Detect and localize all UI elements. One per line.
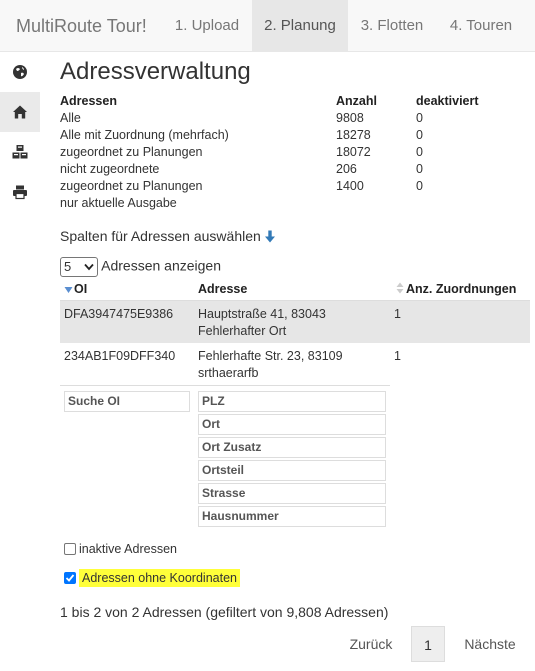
tab-touren[interactable]: 4. Touren — [436, 0, 526, 52]
pagination-page-1[interactable]: 1 — [411, 626, 445, 662]
print-icon — [13, 185, 27, 200]
summary-label: zugeordnet zu Planungen — [60, 145, 203, 159]
summary-deactivated: 0 — [416, 162, 423, 176]
no-coordinates-checkbox[interactable] — [64, 572, 76, 584]
filter-plz-input[interactable]: PLZ — [198, 391, 386, 412]
address-line: Fehlerhafter Ort — [198, 324, 287, 338]
filter-hausnummer-input[interactable]: Hausnummer — [198, 506, 386, 527]
summary-header-adressen: Adressen — [60, 94, 117, 108]
sidebar-item-print[interactable] — [0, 172, 40, 212]
app-brand[interactable]: MultiRoute Tour! — [16, 0, 147, 52]
filter-ortsteil-input[interactable]: Ortsteil — [198, 460, 386, 481]
tab-planung[interactable]: 2. Planung — [252, 0, 348, 52]
summary-label: nur aktuelle Ausgabe — [60, 196, 177, 210]
cell-oi: 234AB1F09DFF340 — [64, 349, 176, 363]
summary-deactivated: 0 — [416, 111, 423, 125]
summary-label: Alle mit Zuordnung (mehrfach) — [60, 128, 229, 142]
no-coordinates-label: Adressen ohne Koordinaten — [79, 569, 240, 587]
sidebar — [0, 52, 40, 671]
summary-header-deaktiviert: deaktiviert — [416, 94, 479, 108]
column-header-count-label: Anz. Zuordnungen — [406, 282, 517, 296]
page-length-control: 5 Adressen anzeigen — [60, 257, 221, 277]
cell-address: Fehlerhafte Str. 23, 83109 srthaerarfb — [198, 348, 343, 382]
page-length-value: 5 — [64, 259, 72, 274]
cell-count: 1 — [394, 307, 401, 321]
summary-label: zugeordnet zu Planungen — [60, 179, 203, 193]
arrow-down-icon — [264, 230, 275, 243]
table-row[interactable]: DFA3947475E9386 Hauptstraße 41, 83043 Feh… — [60, 301, 530, 343]
no-coordinates-option[interactable]: Adressen ohne Koordinaten — [64, 569, 240, 587]
summary-count: 18072 — [336, 145, 371, 159]
filter-ort-input[interactable]: Ort — [198, 414, 386, 435]
cell-oi: DFA3947475E9386 — [64, 307, 174, 321]
inactive-addresses-label: inaktive Adressen — [79, 542, 177, 556]
page-length-label: Adressen anzeigen — [101, 257, 221, 274]
sort-asc-icon — [64, 287, 73, 293]
inactive-addresses-option[interactable]: inaktive Adressen — [64, 542, 177, 556]
inactive-addresses-checkbox[interactable] — [64, 543, 76, 555]
sidebar-item-globe[interactable] — [0, 52, 40, 92]
summary-count: 18278 — [336, 128, 371, 142]
sort-both-icon — [396, 282, 404, 294]
column-header-oi[interactable]: OI — [64, 282, 87, 296]
tab-upload[interactable]: 1. Upload — [163, 0, 251, 52]
checkmark-icon — [65, 574, 75, 582]
table-header: OI Adresse Anz. Zuordnungen — [60, 280, 530, 301]
sidebar-item-home[interactable] — [0, 92, 40, 132]
column-selector-label: Spalten für Adressen auswählen — [60, 228, 261, 244]
globe-icon — [13, 65, 27, 79]
cell-count: 1 — [394, 349, 401, 363]
summary-label: nicht zugeordnete — [60, 162, 160, 176]
address-table: OI Adresse Anz. Zuordnungen DFA3947475E9… — [60, 280, 530, 527]
summary-deactivated: 0 — [416, 179, 423, 193]
filter-ort-zusatz-input[interactable]: Ort Zusatz — [198, 437, 386, 458]
pagination-next[interactable]: Nächste — [450, 626, 530, 662]
table-row[interactable]: 234AB1F09DFF340 Fehlerhafte Str. 23, 831… — [60, 343, 401, 386]
summary-count: 9808 — [336, 111, 364, 125]
summary-deactivated: 0 — [416, 128, 423, 142]
column-selector-toggle[interactable]: Spalten für Adressen auswählen — [60, 228, 276, 244]
table-info: 1 bis 2 von 2 Adressen (gefiltert von 9,… — [60, 604, 389, 620]
page-length-select[interactable]: 5 — [60, 257, 98, 277]
chevron-down-icon — [84, 263, 94, 271]
cell-address: Hauptstraße 41, 83043 Fehlerhafter Ort — [198, 306, 326, 340]
address-line: Fehlerhafte Str. 23, 83109 — [198, 349, 343, 363]
cubes-icon — [12, 145, 28, 159]
summary-label: Alle — [60, 111, 81, 125]
sidebar-item-cubes[interactable] — [0, 132, 40, 172]
tab-flotten[interactable]: 3. Flotten — [348, 0, 436, 52]
column-header-anz-zuordnungen[interactable]: Anz. Zuordnungen — [396, 282, 516, 296]
pagination-previous[interactable]: Zurück — [335, 626, 407, 662]
page-title: Adressverwaltung — [60, 58, 251, 85]
column-header-oi-label: OI — [74, 282, 88, 296]
summary-count: 206 — [336, 162, 357, 176]
summary-deactivated: 0 — [416, 145, 423, 159]
top-navbar: MultiRoute Tour! 1. Upload 2. Planung 3.… — [0, 0, 535, 52]
home-icon — [13, 105, 27, 119]
summary-header-anzahl: Anzahl — [336, 94, 377, 108]
filter-oi-input[interactable]: Suche OI — [64, 391, 190, 412]
filter-strasse-input[interactable]: Strasse — [198, 483, 386, 504]
address-line: Hauptstraße 41, 83043 — [198, 307, 326, 321]
address-line: srthaerarfb — [198, 366, 259, 380]
pagination: Zurück 1 Nächste — [335, 626, 535, 662]
column-header-adresse[interactable]: Adresse — [198, 282, 247, 296]
summary-count: 1400 — [336, 179, 364, 193]
